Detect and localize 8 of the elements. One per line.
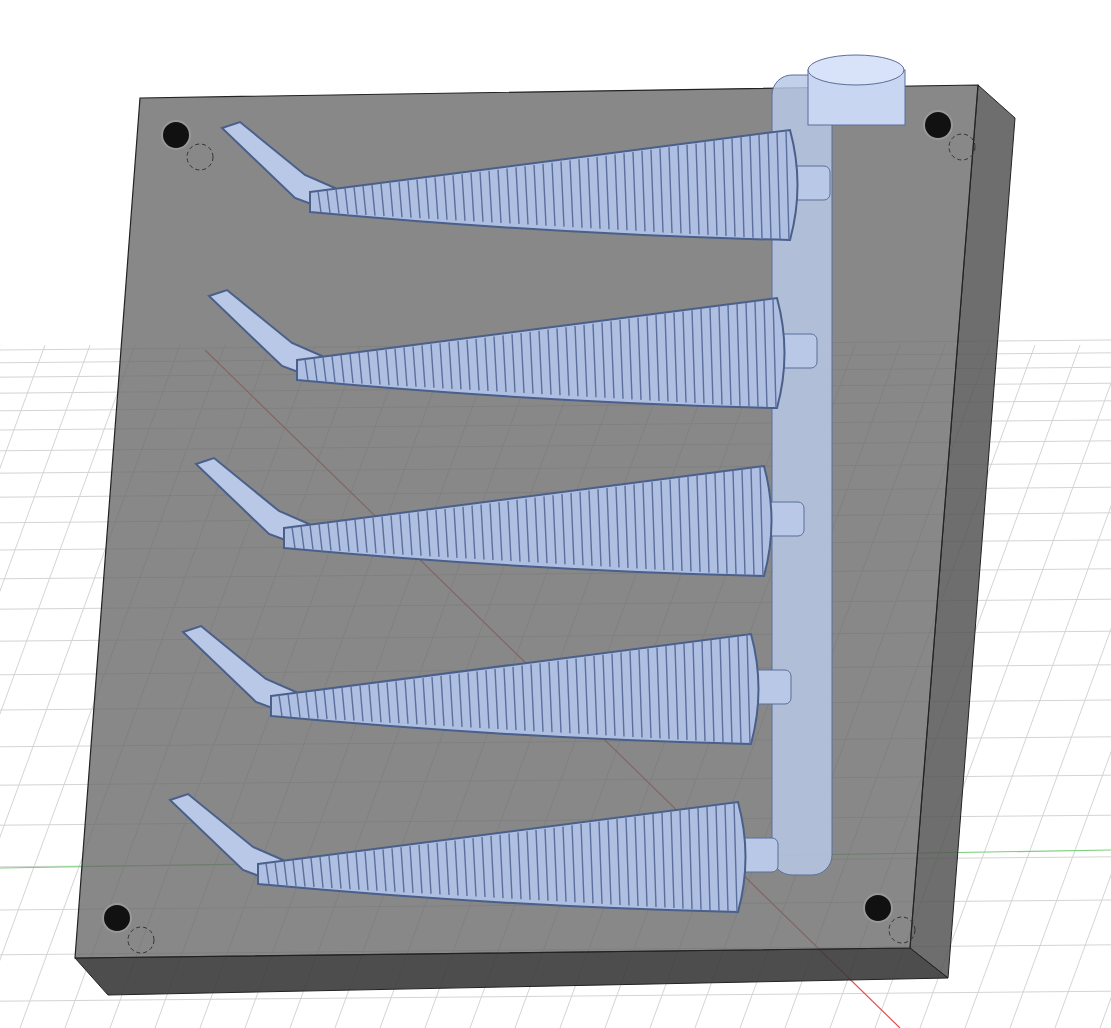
- pin-hole-icon: [863, 893, 893, 923]
- hole-outline-icon: [888, 916, 916, 944]
- hole-outline-icon: [948, 133, 976, 161]
- hole-outline-icon: [127, 926, 155, 954]
- pin-hole-icon: [102, 903, 132, 933]
- hole-outline-icon: [186, 143, 214, 171]
- pin-hole-icon: [161, 120, 191, 150]
- pin-hole-icon: [923, 110, 953, 140]
